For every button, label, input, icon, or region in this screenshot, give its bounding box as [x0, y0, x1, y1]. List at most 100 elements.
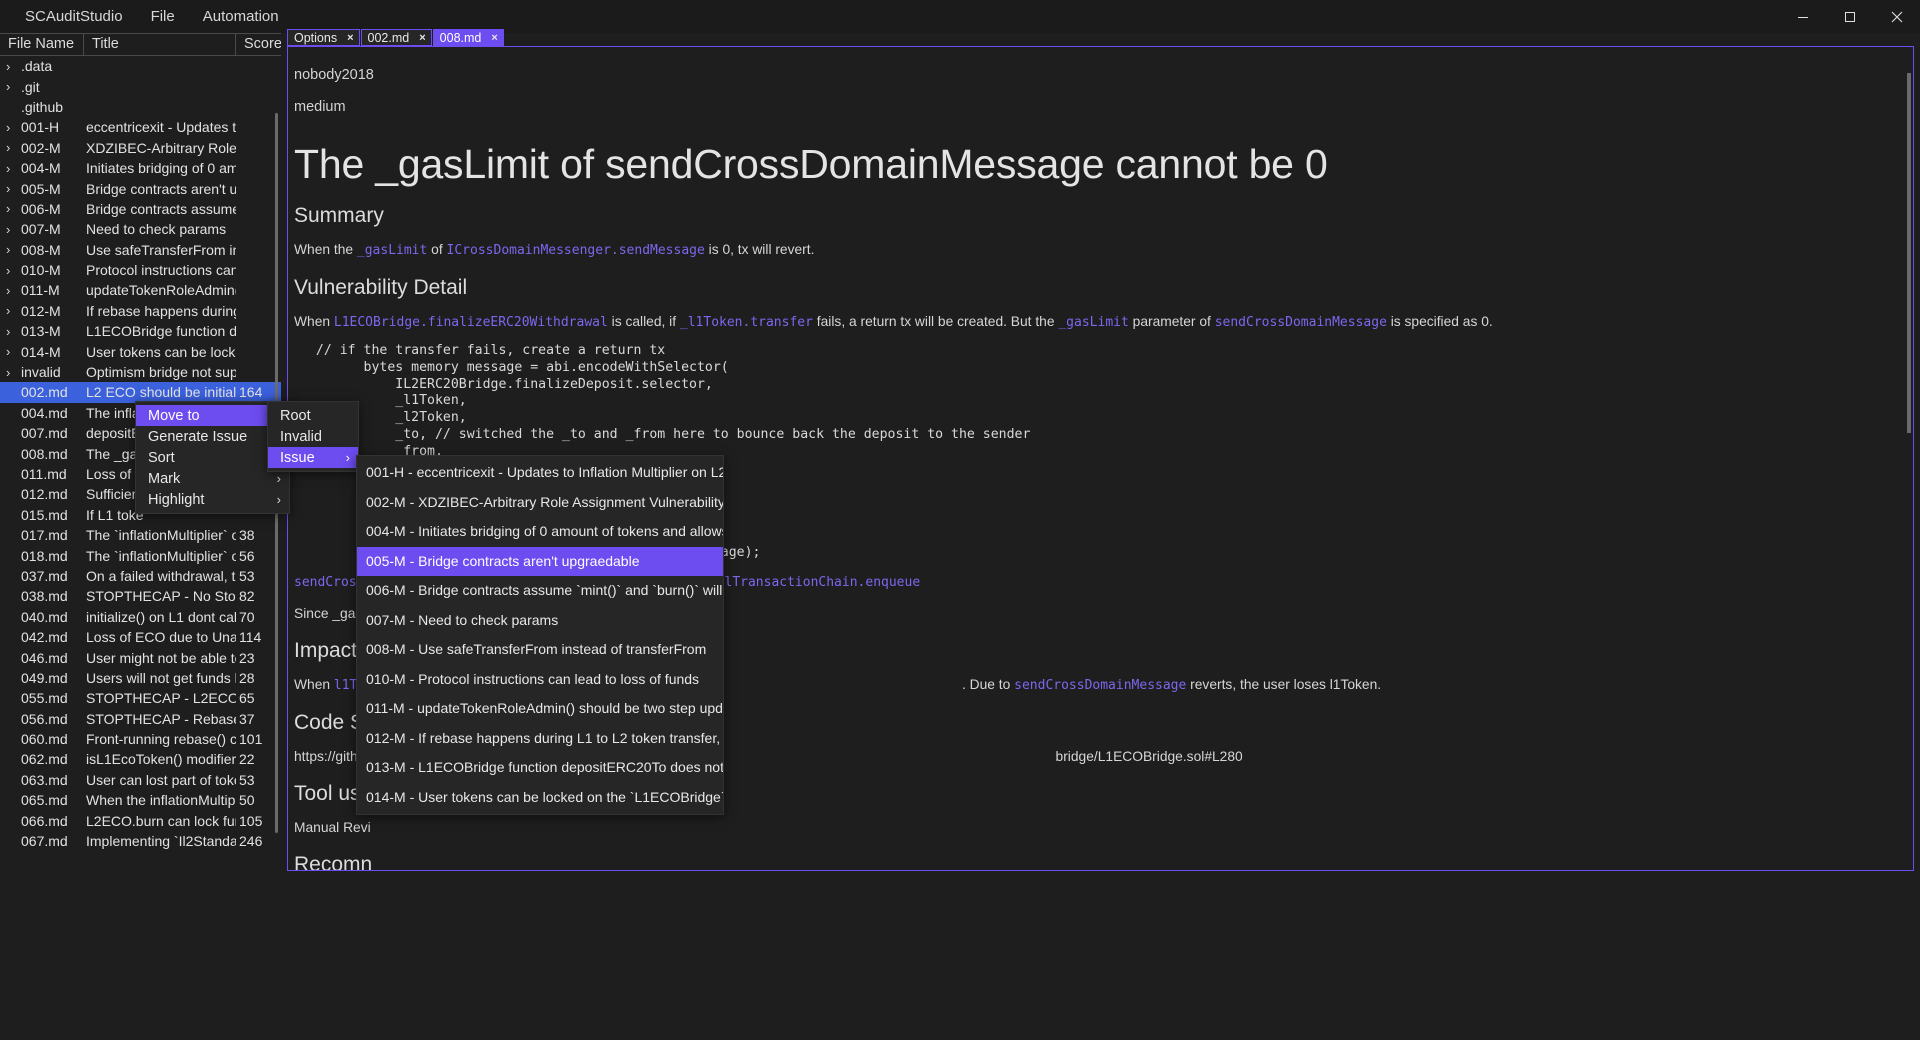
cell-file-name: › 001-H: [0, 119, 84, 135]
issue-item-011m[interactable]: 011-M - updateTokenRoleAdmin() should be…: [357, 694, 723, 724]
table-row[interactable]: ›056.mdSTOPTHECAP - Rebase can...37: [0, 709, 281, 729]
tab-options[interactable]: Options ×: [287, 29, 360, 46]
column-header-title[interactable]: Title: [84, 34, 236, 55]
vuln-text-2: is called, if: [607, 314, 680, 329]
menu-item-highlight[interactable]: Highlight ›: [136, 489, 289, 510]
table-row[interactable]: ›004-MInitiates bridging of 0 amo...: [0, 158, 281, 178]
column-header-score[interactable]: Score: [236, 34, 281, 55]
table-row[interactable]: ›055.mdSTOPTHECAP - L2ECOBrid...65: [0, 688, 281, 708]
table-row[interactable]: ›037.mdOn a failed withdrawal, the...53: [0, 566, 281, 586]
close-icon[interactable]: ×: [419, 32, 425, 44]
table-row[interactable]: ›014-M User tokens can be locked ...: [0, 341, 281, 361]
cell-file-name: ›065.md: [0, 792, 84, 808]
table-row[interactable]: ›066.mdL2ECO.burn can lock funds...105: [0, 810, 281, 830]
chevron-right-icon[interactable]: ›: [6, 222, 19, 237]
table-row[interactable]: ›008-MUse safeTransferFrom inste...: [0, 240, 281, 260]
cell-title: User tokens can be locked ...: [86, 343, 236, 360]
table-row[interactable]: ›002-MXDZIBEC-Arbitrary Role As...: [0, 138, 281, 158]
cell-file-name: ›067.md: [0, 833, 84, 849]
table-row[interactable]: ›011-MupdateTokenRoleAdmin() s...: [0, 280, 281, 300]
chevron-right-icon[interactable]: ›: [6, 365, 19, 380]
menu-automation[interactable]: Automation: [189, 4, 293, 30]
cell-file-name: › 006-M: [0, 201, 84, 217]
table-row[interactable]: › 007-M Need to check params: [0, 219, 281, 239]
close-icon[interactable]: ×: [347, 32, 353, 44]
table-row[interactable]: ›002.mdL2 ECO should be initialize...164: [0, 382, 281, 403]
file-name-label: 014-M: [21, 343, 61, 360]
table-row[interactable]: ›042.mdLoss of ECO due to Unauth...114: [0, 627, 281, 647]
table-row[interactable]: › .git: [0, 76, 281, 96]
menu-item-label: Move to: [148, 407, 200, 424]
table-row[interactable]: ›.github: [0, 97, 281, 117]
impact-text-2: . Due to: [961, 677, 1015, 693]
table-row[interactable]: ›040.mdinitialize() on L1 dont call r...…: [0, 607, 281, 627]
table-row[interactable]: ›063.mdUser can lost part of token,...53: [0, 770, 281, 790]
menu-item-label: 014-M - User tokens can be locked on the…: [366, 788, 723, 805]
chevron-right-icon[interactable]: ›: [6, 79, 19, 94]
issue-item-004m[interactable]: 004-M - Initiates bridging of 0 amount o…: [357, 517, 723, 547]
chevron-right-icon[interactable]: ›: [6, 303, 19, 318]
tab-008-md[interactable]: 008.md ×: [432, 29, 504, 46]
table-row[interactable]: ›046.mdUser might not be able to ...23: [0, 647, 281, 667]
submenu-item-root[interactable]: Root: [268, 405, 358, 426]
cell-title: updateTokenRoleAdmin() s...: [86, 282, 236, 299]
cell-file-name: ›063.md: [0, 772, 84, 788]
issue-item-005m[interactable]: 005-M - Bridge contracts aren't upgraeda…: [357, 546, 723, 576]
issue-item-012m[interactable]: 012-M - If rebase happens during L1 to L…: [357, 724, 723, 754]
issue-item-006m[interactable]: 006-M - Bridge contracts assume `mint()`…: [357, 576, 723, 606]
cell-score: 246: [239, 833, 263, 850]
table-row[interactable]: ›005-MBridge contracts aren't up...: [0, 178, 281, 198]
table-row[interactable]: ›013-ML1ECOBridge function dep...: [0, 321, 281, 341]
table-row[interactable]: › .data: [0, 56, 281, 76]
file-name-label: 010-M: [21, 262, 61, 279]
table-row[interactable]: ›062.mdisL1EcoToken() modifier err...22: [0, 749, 281, 769]
file-name-label: 063.md: [21, 771, 68, 788]
tab-002-md[interactable]: 002.md ×: [360, 29, 432, 46]
submenu-item-invalid[interactable]: Invalid: [268, 426, 358, 447]
table-row[interactable]: ›010-MProtocol instructions can l...: [0, 260, 281, 280]
issue-item-002m[interactable]: 002-M - XDZIBEC-Arbitrary Role Assignmen…: [357, 488, 723, 518]
table-row[interactable]: ›012-MIf rebase happens during L...: [0, 301, 281, 321]
menu-file[interactable]: File: [137, 4, 189, 30]
table-row[interactable]: ›049.mdUsers will not get funds ba...28: [0, 668, 281, 688]
summary-code-2: ICrossDomainMessenger.sendMessage: [446, 243, 705, 258]
table-row[interactable]: ›067.mdImplementing `Il2Standar...246: [0, 831, 281, 851]
menu-item-label: 008-M - Use safeTransferFrom instead of …: [366, 641, 707, 657]
table-row[interactable]: ›006-MBridge contracts assume `...: [0, 199, 281, 219]
document-scrollbar[interactable]: [1907, 73, 1911, 433]
table-row[interactable]: ›065.mdWhen the inflationMultipli...50: [0, 790, 281, 810]
issue-item-010m[interactable]: 010-M - Protocol instructions can lead t…: [357, 665, 723, 695]
chevron-right-icon[interactable]: ›: [6, 263, 19, 278]
file-name-label: 046.md: [21, 649, 68, 666]
table-row[interactable]: ›017.mdThe `inflationMultiplier` of ...3…: [0, 525, 281, 545]
table-row[interactable]: ›018.mdThe `inflationMultiplier` of ...5…: [0, 545, 281, 565]
close-icon[interactable]: ×: [491, 32, 497, 44]
chevron-right-icon[interactable]: ›: [6, 324, 19, 339]
submenu-item-issue[interactable]: Issue ›: [268, 447, 358, 468]
chevron-right-icon[interactable]: ›: [6, 59, 19, 74]
file-name-label: 065.md: [21, 792, 68, 809]
table-row[interactable]: ›invalidOptimism bridge not supp...: [0, 362, 281, 382]
vulnerability-paragraph: When L1ECOBridge.finalizeERC20Withdrawal…: [294, 311, 1899, 333]
cell-file-name: ›.github: [0, 99, 84, 115]
chevron-right-icon[interactable]: ›: [6, 161, 19, 176]
chevron-right-icon[interactable]: ›: [6, 120, 19, 135]
issue-item-007m[interactable]: 007-M - Need to check params: [357, 606, 723, 636]
chevron-right-icon[interactable]: ›: [6, 181, 19, 196]
chevron-right-icon[interactable]: ›: [6, 242, 19, 257]
table-row[interactable]: ›038.mdSTOPTHECAP - No Storag...82: [0, 586, 281, 606]
chevron-right-icon[interactable]: ›: [6, 140, 19, 155]
cell-title: The `inflationMultiplier` of ...: [86, 527, 236, 544]
issue-item-001h[interactable]: 001-H - eccentricexit - Updates to Infla…: [357, 458, 723, 488]
table-row[interactable]: ›060.mdFront-running rebase() call...101: [0, 729, 281, 749]
cell-title: Loss of ECO due to Unauth...: [86, 629, 236, 646]
cell-file-name: ›011.md: [0, 466, 84, 482]
issue-item-008m[interactable]: 008-M - Use safeTransferFrom instead of …: [357, 635, 723, 665]
column-header-file-name[interactable]: File Name: [0, 34, 84, 55]
issue-item-013m[interactable]: 013-M - L1ECOBridge function depositERC2…: [357, 753, 723, 783]
issue-item-014m[interactable]: 014-M - User tokens can be locked on the…: [357, 783, 723, 813]
chevron-right-icon[interactable]: ›: [6, 201, 19, 216]
table-row[interactable]: ›001-Heccentricexit - Updates to I...: [0, 117, 281, 137]
chevron-right-icon[interactable]: ›: [6, 344, 19, 359]
chevron-right-icon[interactable]: ›: [6, 283, 19, 298]
